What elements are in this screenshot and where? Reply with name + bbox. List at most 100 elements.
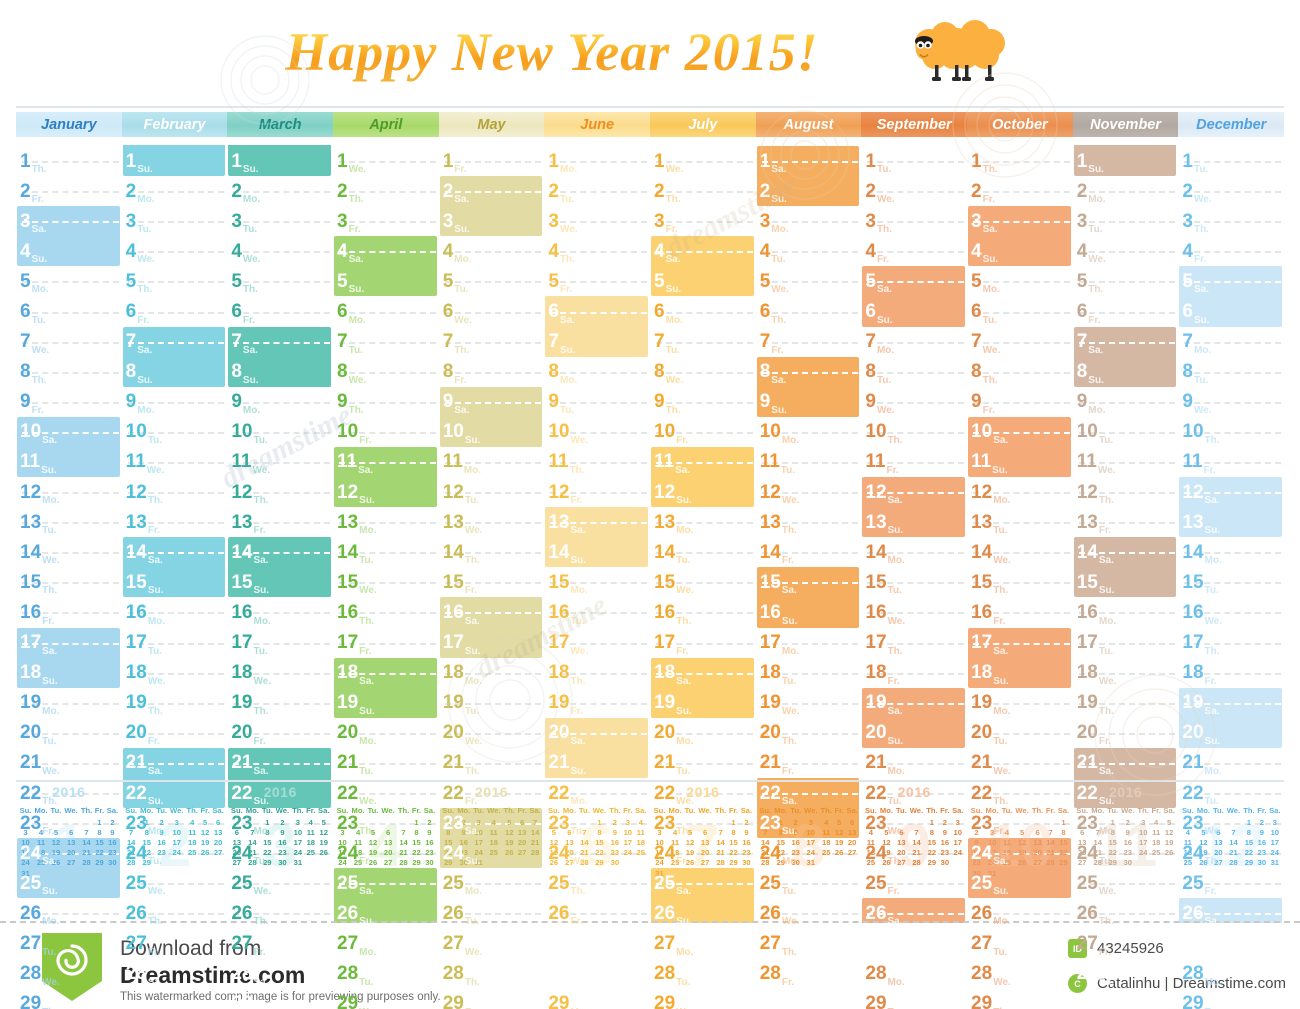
day-cell-november-2[interactable]: 2 Mo. bbox=[1073, 176, 1179, 206]
day-cell-october-10[interactable]: 10 Sa. bbox=[967, 416, 1073, 448]
day-cell-november-6[interactable]: 6 Fr. bbox=[1073, 296, 1179, 326]
day-cell-october-14[interactable]: 14 We. bbox=[967, 537, 1073, 567]
day-cell-march-7[interactable]: 7 Sa. bbox=[227, 326, 333, 358]
day-cell-november-19[interactable]: 19 Th. bbox=[1073, 688, 1179, 718]
day-cell-january-5[interactable]: 5 Mo. bbox=[16, 266, 122, 296]
day-cell-august-21[interactable]: 21 Fr. bbox=[756, 748, 862, 778]
day-cell-june-7[interactable]: 7 Su. bbox=[544, 325, 650, 357]
day-cell-july-15[interactable]: 15 We. bbox=[650, 567, 756, 597]
day-cell-july-13[interactable]: 13 Mo. bbox=[650, 507, 756, 537]
day-cell-august-19[interactable]: 19 We. bbox=[756, 688, 862, 718]
day-cell-february-8[interactable]: 8 Su. bbox=[122, 355, 228, 387]
day-cell-september-19[interactable]: 19 Sa. bbox=[861, 687, 967, 719]
day-cell-december-21[interactable]: 21 Mo. bbox=[1178, 748, 1284, 778]
day-cell-september-4[interactable]: 4 Fr. bbox=[861, 236, 967, 266]
day-cell-may-19[interactable]: 19 Tu. bbox=[439, 688, 545, 718]
day-cell-august-16[interactable]: 16 Su. bbox=[756, 596, 862, 628]
day-cell-september-6[interactable]: 6 Su. bbox=[861, 295, 967, 327]
day-cell-december-15[interactable]: 15 Tu. bbox=[1178, 567, 1284, 597]
day-cell-july-3[interactable]: 3 Fr. bbox=[650, 206, 756, 236]
day-cell-january-10[interactable]: 10 Sa. bbox=[16, 416, 122, 448]
day-cell-august-5[interactable]: 5 We. bbox=[756, 266, 862, 296]
day-cell-december-14[interactable]: 14 Mo. bbox=[1178, 537, 1284, 567]
day-cell-december-16[interactable]: 16 We. bbox=[1178, 597, 1284, 627]
day-cell-october-20[interactable]: 20 Tu. bbox=[967, 718, 1073, 748]
day-cell-august-18[interactable]: 18 Tu. bbox=[756, 658, 862, 688]
month-header-january[interactable]: January bbox=[16, 112, 122, 137]
day-cell-december-18[interactable]: 18 Fr. bbox=[1178, 658, 1284, 688]
day-cell-november-21[interactable]: 21 Sa. bbox=[1073, 747, 1179, 779]
day-cell-april-1[interactable]: 1 We. bbox=[333, 146, 439, 176]
day-cell-july-11[interactable]: 11 Sa. bbox=[650, 446, 756, 479]
day-cell-march-15[interactable]: 15 Su. bbox=[227, 566, 333, 598]
day-cell-february-4[interactable]: 4 We. bbox=[122, 236, 228, 266]
day-cell-may-8[interactable]: 8 Fr. bbox=[439, 357, 545, 387]
day-cell-october-21[interactable]: 21 We. bbox=[967, 748, 1073, 778]
day-cell-august-3[interactable]: 3 Mo. bbox=[756, 206, 862, 236]
day-cell-january-16[interactable]: 16 Fr. bbox=[16, 597, 122, 627]
day-cell-june-12[interactable]: 12 Fr. bbox=[544, 477, 650, 507]
day-cell-october-6[interactable]: 6 Tu. bbox=[967, 296, 1073, 326]
day-cell-august-9[interactable]: 9 Su. bbox=[756, 385, 862, 417]
day-cell-april-19[interactable]: 19 Su. bbox=[333, 686, 439, 718]
day-cell-december-8[interactable]: 8 Tu. bbox=[1178, 357, 1284, 387]
day-cell-april-21[interactable]: 21 Tu. bbox=[333, 748, 439, 778]
day-cell-january-20[interactable]: 20 Tu. bbox=[16, 718, 122, 748]
day-cell-july-18[interactable]: 18 Sa. bbox=[650, 657, 756, 689]
day-cell-may-4[interactable]: 4 Mo. bbox=[439, 236, 545, 266]
day-cell-december-11[interactable]: 11 Fr. bbox=[1178, 447, 1284, 477]
day-cell-october-9[interactable]: 9 Fr. bbox=[967, 387, 1073, 417]
day-cell-january-4[interactable]: 4 Su. bbox=[16, 235, 122, 267]
day-cell-april-10[interactable]: 10 Fr. bbox=[333, 417, 439, 447]
day-cell-december-20[interactable]: 20 Su. bbox=[1178, 716, 1284, 748]
day-cell-march-9[interactable]: 9 Mo. bbox=[227, 387, 333, 417]
day-cell-march-17[interactable]: 17 Tu. bbox=[227, 628, 333, 658]
day-cell-february-14[interactable]: 14 Sa. bbox=[122, 537, 228, 569]
day-cell-march-10[interactable]: 10 Tu. bbox=[227, 417, 333, 447]
day-cell-november-1[interactable]: 1 Su. bbox=[1073, 145, 1179, 177]
day-cell-october-4[interactable]: 4 Su. bbox=[967, 235, 1073, 267]
day-cell-may-6[interactable]: 6 We. bbox=[439, 296, 545, 326]
day-cell-december-3[interactable]: 3 Th. bbox=[1178, 206, 1284, 236]
day-cell-august-17[interactable]: 17 Mo. bbox=[756, 628, 862, 658]
day-cell-june-6[interactable]: 6 Sa. bbox=[544, 296, 650, 328]
day-cell-april-15[interactable]: 15 We. bbox=[333, 567, 439, 597]
day-cell-december-1[interactable]: 1 Tu. bbox=[1178, 146, 1284, 176]
day-cell-april-2[interactable]: 2 Th. bbox=[333, 176, 439, 206]
day-cell-february-9[interactable]: 9 Mo. bbox=[122, 387, 228, 417]
day-cell-june-4[interactable]: 4 Th. bbox=[544, 236, 650, 266]
day-cell-december-9[interactable]: 9 We. bbox=[1178, 387, 1284, 417]
day-cell-october-2[interactable]: 2 Fr. bbox=[967, 176, 1073, 206]
day-cell-april-18[interactable]: 18 Sa. bbox=[333, 657, 439, 689]
day-cell-april-14[interactable]: 14 Tu. bbox=[333, 537, 439, 567]
day-cell-november-15[interactable]: 15 Su. bbox=[1073, 566, 1179, 598]
day-cell-march-11[interactable]: 11 We. bbox=[227, 447, 333, 477]
day-cell-july-8[interactable]: 8 We. bbox=[650, 357, 756, 387]
day-cell-january-2[interactable]: 2 Fr. bbox=[16, 176, 122, 206]
day-cell-november-7[interactable]: 7 Sa. bbox=[1073, 326, 1179, 358]
day-cell-april-6[interactable]: 6 Mo. bbox=[333, 296, 439, 326]
day-cell-february-1[interactable]: 1 Su. bbox=[122, 145, 228, 177]
day-cell-september-5[interactable]: 5 Sa. bbox=[861, 266, 967, 298]
day-cell-august-15[interactable]: 15 Sa. bbox=[756, 567, 862, 599]
day-cell-july-16[interactable]: 16 Th. bbox=[650, 597, 756, 627]
day-cell-june-19[interactable]: 19 Fr. bbox=[544, 688, 650, 718]
day-cell-october-12[interactable]: 12 Mo. bbox=[967, 477, 1073, 507]
day-cell-april-5[interactable]: 5 Su. bbox=[333, 265, 439, 297]
day-cell-july-19[interactable]: 19 Su. bbox=[650, 686, 756, 718]
day-cell-may-13[interactable]: 13 We. bbox=[439, 507, 545, 537]
day-cell-august-7[interactable]: 7 Fr. bbox=[756, 327, 862, 357]
day-cell-may-20[interactable]: 20 We. bbox=[439, 718, 545, 748]
day-cell-may-7[interactable]: 7 Th. bbox=[439, 327, 545, 357]
day-cell-september-14[interactable]: 14 Mo. bbox=[861, 537, 967, 567]
day-cell-april-20[interactable]: 20 Mo. bbox=[333, 718, 439, 748]
day-cell-march-3[interactable]: 3 Tu. bbox=[227, 206, 333, 236]
month-header-july[interactable]: July bbox=[650, 112, 756, 137]
day-cell-november-8[interactable]: 8 Su. bbox=[1073, 355, 1179, 387]
day-cell-june-20[interactable]: 20 Sa. bbox=[544, 717, 650, 749]
day-cell-october-13[interactable]: 13 Tu. bbox=[967, 507, 1073, 537]
day-cell-september-18[interactable]: 18 Fr. bbox=[861, 658, 967, 688]
day-cell-april-17[interactable]: 17 Fr. bbox=[333, 628, 439, 658]
day-cell-june-14[interactable]: 14 Su. bbox=[544, 536, 650, 568]
day-cell-march-8[interactable]: 8 Su. bbox=[227, 355, 333, 387]
